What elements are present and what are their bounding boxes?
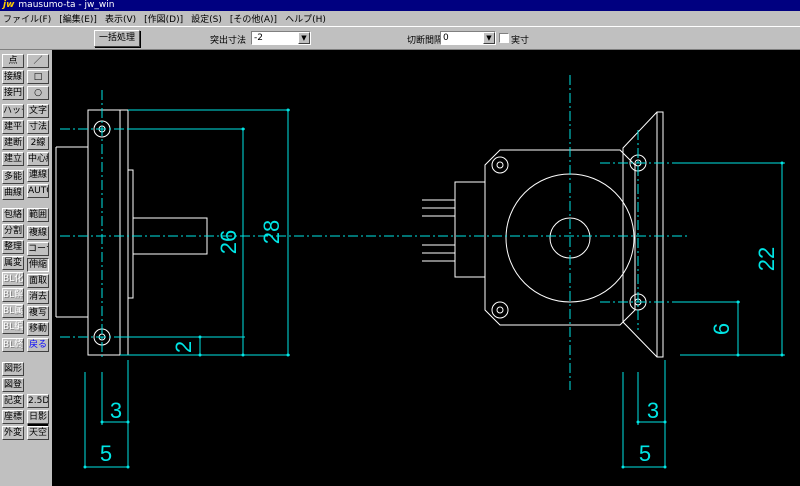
tool-symbol-change[interactable]: 記変 bbox=[2, 394, 24, 408]
dim-right-height: 22 bbox=[754, 247, 779, 271]
menu-file[interactable]: ファイル(F) bbox=[3, 12, 51, 25]
tool-block-end[interactable]: BL終 bbox=[2, 338, 24, 352]
tool-arch-section[interactable]: 建断 bbox=[2, 136, 24, 150]
menu-edit[interactable]: [編集(E)] bbox=[59, 12, 97, 25]
dim-left-height-outer: 28 bbox=[259, 220, 284, 244]
tool-dimension[interactable]: 寸法 bbox=[27, 120, 49, 134]
tool-range[interactable]: 範囲 bbox=[27, 208, 49, 222]
menu-bar: ファイル(F) [編集(E)] 表示(V) [作図(D)] 設定(S) [その他… bbox=[0, 11, 800, 26]
tool-text[interactable]: 文字 bbox=[27, 104, 49, 118]
chevron-down-icon[interactable]: ▼ bbox=[483, 32, 495, 44]
tool-arch-elevation[interactable]: 建立 bbox=[2, 152, 24, 166]
tool-tangent-circle[interactable]: 接円 bbox=[2, 86, 24, 100]
protrusion-value: -2 bbox=[254, 33, 263, 43]
connector bbox=[454, 181, 486, 278]
tool-envelope[interactable]: 包絡 bbox=[2, 208, 24, 222]
tool-arch-plan[interactable]: 建平 bbox=[2, 120, 24, 134]
tool-block-make[interactable]: BL化 bbox=[2, 272, 24, 286]
window-title: mausumo-ta - jw_win bbox=[18, 0, 115, 10]
actual-size-label: 実寸 bbox=[511, 36, 530, 46]
tool-block-attr[interactable]: BL属 bbox=[2, 304, 24, 318]
tool-sun-shadow[interactable]: 日影 bbox=[27, 410, 49, 424]
dimension-lines bbox=[84, 109, 785, 468]
tool-auto[interactable]: AUTO bbox=[27, 184, 49, 198]
tool-center-line[interactable]: 中心線 bbox=[27, 152, 49, 166]
menu-other[interactable]: [その他(A)] bbox=[230, 12, 277, 25]
tool-copy[interactable]: 複写 bbox=[27, 306, 49, 320]
dim-right-width: 5 bbox=[639, 441, 651, 466]
cut-interval-select[interactable]: 0 ▼ bbox=[440, 31, 496, 45]
batch-process-button[interactable]: 一括処理 bbox=[94, 30, 140, 47]
menu-help[interactable]: ヘルプ(H) bbox=[285, 12, 326, 25]
tool-hatch[interactable]: ハッチ bbox=[2, 104, 24, 118]
tool-figure[interactable]: 図形 bbox=[2, 362, 24, 376]
dim-left-bottom: 2 bbox=[171, 341, 196, 353]
left-plate-edge bbox=[119, 109, 129, 356]
left-body-step bbox=[127, 169, 134, 299]
tool-point[interactable]: 点 bbox=[2, 54, 24, 68]
cad-drawing: 28 26 2 3 5 22 6 3 5 bbox=[55, 75, 785, 469]
cut-interval-label: 切断間隔 bbox=[407, 36, 444, 46]
motor-body bbox=[484, 149, 636, 326]
dim-right-bottom: 6 bbox=[709, 323, 734, 335]
tool-rectangle[interactable]: □ bbox=[27, 70, 49, 84]
tool-line[interactable]: ／ bbox=[27, 54, 49, 68]
tool-chamfer[interactable]: 面取 bbox=[27, 274, 49, 288]
command-toolbar: 一括処理 突出寸法 -2 ▼ 切断間隔 0 ▼ 実寸 bbox=[0, 26, 800, 50]
tool-figure-register[interactable]: 図登 bbox=[2, 378, 24, 392]
protrusion-select[interactable]: -2 ▼ bbox=[251, 31, 311, 45]
drawing-canvas[interactable]: 28 26 2 3 5 22 6 3 5 bbox=[52, 50, 800, 486]
menu-draw[interactable]: [作図(D)] bbox=[144, 12, 183, 25]
tool-corner[interactable]: コーナー bbox=[27, 242, 49, 256]
tool-divide[interactable]: 分割 bbox=[2, 224, 24, 238]
title-bar: jw mausumo-ta - jw_win bbox=[0, 0, 800, 11]
left-plate bbox=[87, 109, 121, 356]
tool-multi[interactable]: 多能 bbox=[2, 170, 24, 184]
tool-double-line[interactable]: 2線 bbox=[27, 136, 49, 150]
tool-block-release[interactable]: BL解 bbox=[2, 288, 24, 302]
dim-left-width: 5 bbox=[100, 441, 112, 466]
dim-left-height-inner: 26 bbox=[216, 230, 241, 254]
tool-move[interactable]: 移動 bbox=[27, 322, 49, 336]
tool-external-change[interactable]: 外変 bbox=[2, 426, 24, 440]
actual-size-checkbox[interactable] bbox=[499, 33, 509, 43]
tool-curve[interactable]: 曲線 bbox=[2, 186, 24, 200]
tool-connect-line[interactable]: 連線 bbox=[27, 168, 49, 182]
tool-sky[interactable]: 天空 bbox=[27, 426, 49, 440]
menu-view[interactable]: 表示(V) bbox=[105, 12, 136, 25]
center-lines bbox=[60, 75, 690, 390]
dim-left-width-small: 3 bbox=[110, 398, 122, 423]
tool-block-edit[interactable]: BL編 bbox=[2, 320, 24, 334]
tool-circle[interactable]: ○ bbox=[27, 86, 49, 100]
tool-copy-line[interactable]: 複線 bbox=[27, 226, 49, 240]
tool-coordinates[interactable]: 座標 bbox=[2, 410, 24, 424]
tool-stretch[interactable]: 伸縮 bbox=[27, 258, 49, 272]
dimension-labels: 28 26 2 3 5 22 6 3 5 bbox=[100, 220, 779, 466]
dim-right-width-small: 3 bbox=[647, 398, 659, 423]
tool-tangent-line[interactable]: 接線 bbox=[2, 70, 24, 84]
part-outline bbox=[55, 109, 664, 358]
app-logo: jw bbox=[3, 0, 15, 10]
tool-arrange[interactable]: 整理 bbox=[2, 240, 24, 254]
menu-settings[interactable]: 設定(S) bbox=[191, 12, 222, 25]
chevron-down-icon[interactable]: ▼ bbox=[298, 32, 310, 44]
tool-erase[interactable]: 消去 bbox=[27, 290, 49, 304]
cut-interval-value: 0 bbox=[443, 33, 449, 43]
tool-2-5d[interactable]: 2.5D bbox=[27, 394, 49, 408]
tool-undo[interactable]: 戻る bbox=[27, 338, 49, 352]
tool-attr-change[interactable]: 属変 bbox=[2, 256, 24, 270]
tool-palette: 点 接線 接円 ハッチ 建平 建断 建立 多能 曲線 包絡 分割 整理 属変 B… bbox=[0, 50, 52, 486]
protrusion-label: 突出寸法 bbox=[210, 36, 247, 46]
